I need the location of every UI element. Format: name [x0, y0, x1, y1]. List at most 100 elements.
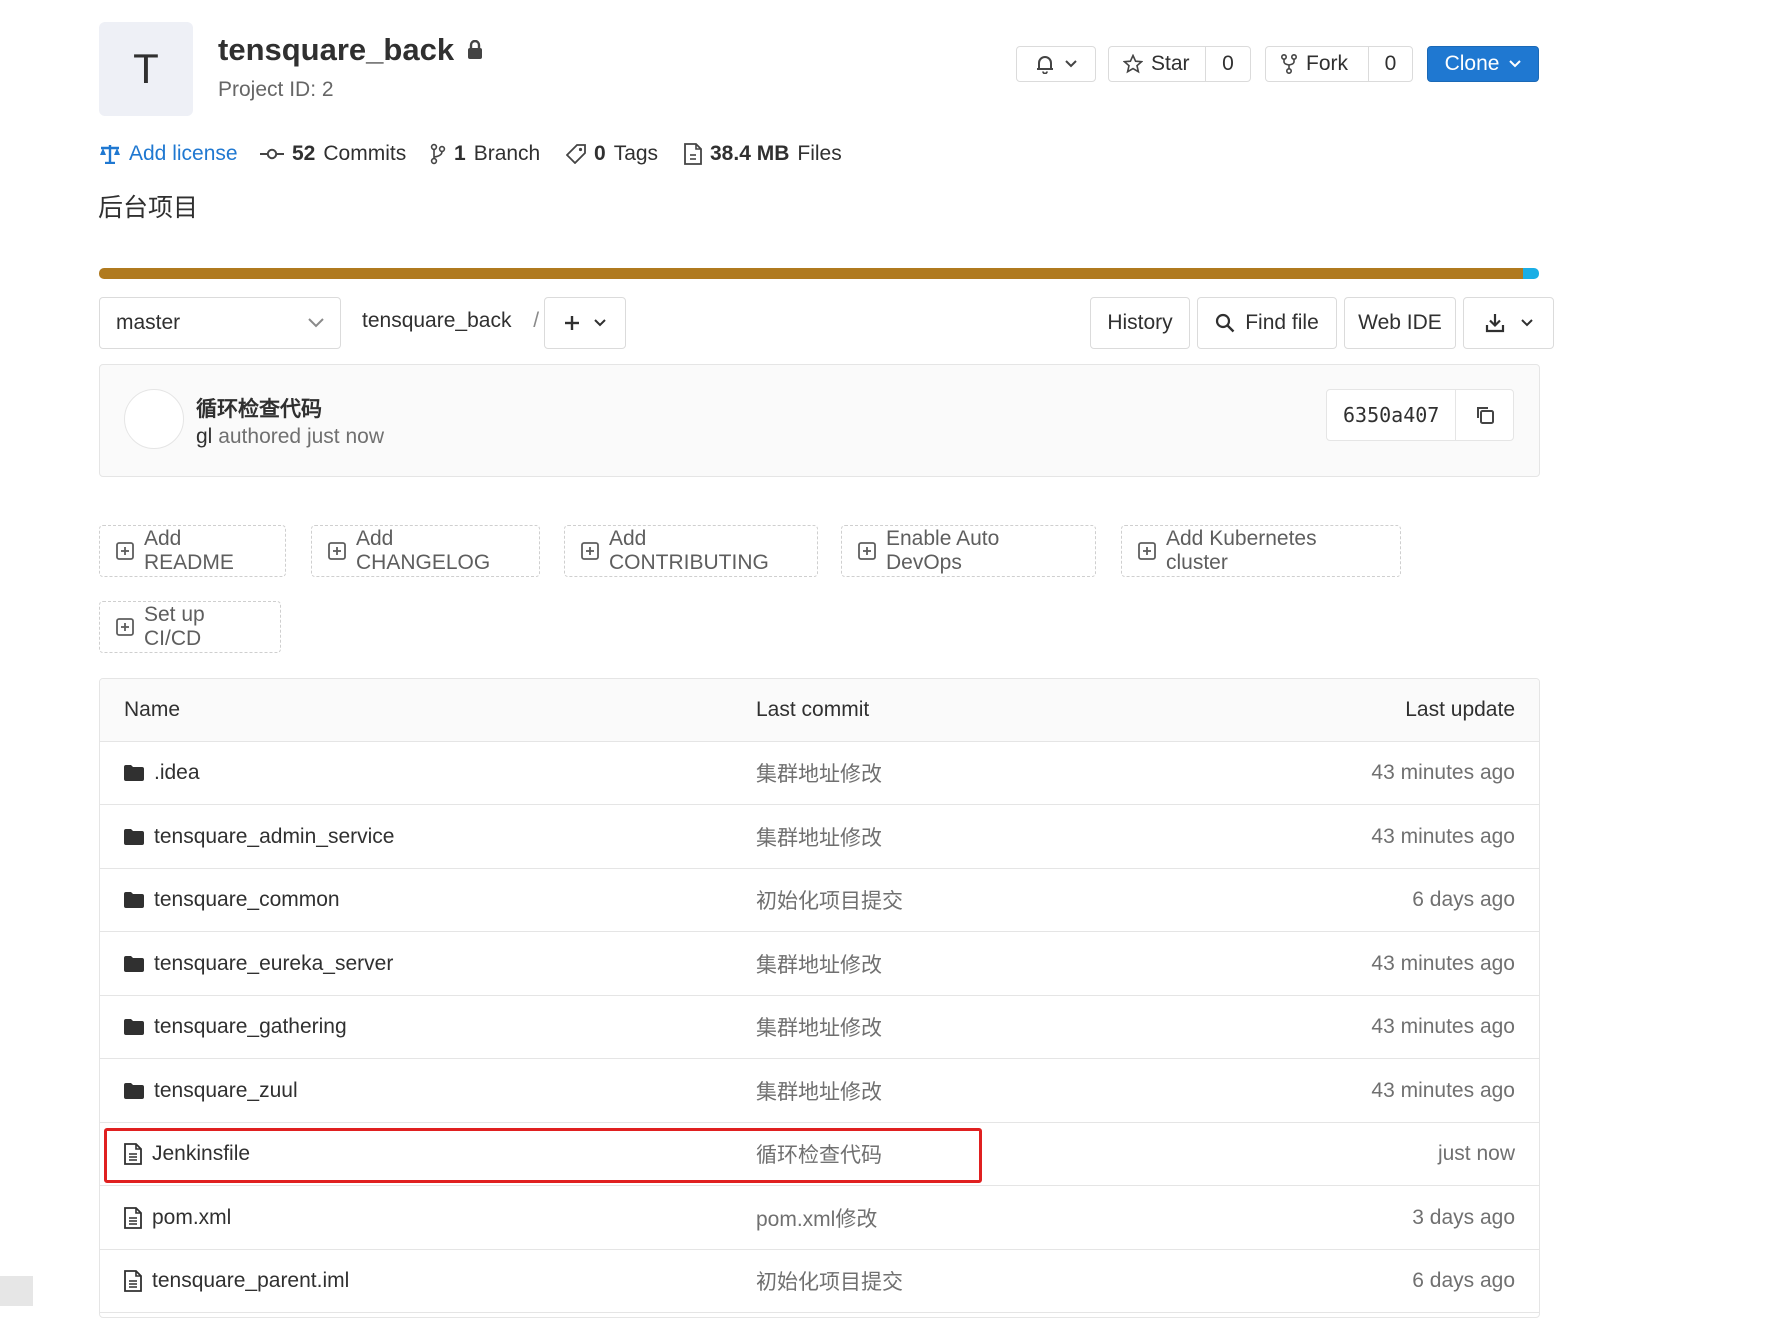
file-name: tensquare_eureka_server: [154, 951, 394, 975]
table-row[interactable]: pom.xml pom.xml修改 3 days ago: [100, 1187, 1539, 1250]
plus-square-icon: [1138, 542, 1156, 560]
web-ide-button[interactable]: Web IDE: [1344, 297, 1456, 349]
last-commit-link[interactable]: 集群地址修改: [756, 806, 882, 868]
last-commit-link[interactable]: 循环检查代码: [756, 1123, 882, 1185]
file-name-link[interactable]: tensquare_parent.iml: [124, 1250, 349, 1312]
commit-author-avatar[interactable]: [124, 389, 184, 449]
file-name-link[interactable]: tensquare_eureka_server: [124, 933, 393, 995]
history-button[interactable]: History: [1090, 297, 1190, 349]
breadcrumb-separator: /: [533, 309, 540, 332]
commits-link[interactable]: 52 Commits: [260, 142, 406, 166]
copy-icon: [1475, 405, 1495, 425]
add-changelog-button[interactable]: Add CHANGELOG: [311, 525, 540, 577]
chevron-down-icon: [1509, 60, 1522, 68]
table-row[interactable]: tensquare_parent.iml 初始化项目提交 6 days ago: [100, 1250, 1539, 1313]
quick-action-label: Add CONTRIBUTING: [609, 527, 769, 574]
add-license-label: Add license: [129, 142, 238, 165]
breadcrumb: tensquare_back /: [362, 309, 553, 333]
commit-sha-link[interactable]: 6350a407: [1327, 390, 1457, 440]
file-name-link[interactable]: tensquare_admin_service: [124, 806, 394, 868]
last-commit-link[interactable]: 集群地址修改: [756, 742, 882, 804]
fork-icon: [1280, 54, 1298, 74]
star-button[interactable]: Star: [1109, 47, 1205, 81]
last-update-time: 43 minutes ago: [1371, 951, 1515, 975]
copy-sha-button[interactable]: [1456, 390, 1513, 440]
language-segment[interactable]: [99, 268, 1524, 279]
files-link[interactable]: 38.4 MB Files: [684, 142, 842, 166]
file-name-link[interactable]: tensquare_gathering: [124, 996, 347, 1058]
find-file-button[interactable]: Find file: [1197, 297, 1337, 349]
folder-icon: [124, 892, 144, 908]
file-name-link[interactable]: .idea: [124, 742, 200, 804]
table-row[interactable]: tensquare_zuul 集群地址修改 43 minutes ago: [100, 1060, 1539, 1123]
commit-meta: gl authored just now: [196, 425, 384, 449]
file-name: tensquare_parent.iml: [152, 1269, 350, 1292]
files-label: Files: [797, 142, 842, 165]
clone-label: Clone: [1444, 52, 1500, 75]
fork-count[interactable]: 0: [1368, 47, 1412, 81]
enable-auto-devops-button[interactable]: Enable Auto DevOps: [841, 525, 1096, 577]
chevron-down-icon: [1065, 60, 1077, 68]
last-commit-link[interactable]: 初始化项目提交: [756, 1250, 903, 1312]
table-row[interactable]: Jenkinsfile 循环检查代码 just now: [100, 1123, 1539, 1186]
repository-languages-bar[interactable]: [99, 268, 1539, 279]
table-row[interactable]: .idea 集群地址修改 43 minutes ago: [100, 742, 1539, 805]
project-avatar: T: [99, 22, 193, 116]
branch-selector[interactable]: master: [99, 297, 341, 349]
add-contributing-button[interactable]: Add CONTRIBUTING: [564, 525, 818, 577]
last-commit-link[interactable]: 集群地址修改: [756, 996, 882, 1058]
header-last-commit: Last commit: [756, 698, 870, 721]
star-icon: [1123, 54, 1143, 74]
page-corner-strip: [0, 1276, 33, 1306]
commit-title-link[interactable]: 循环检查代码: [196, 393, 322, 423]
file-name-link[interactable]: Jenkinsfile: [124, 1123, 250, 1185]
plus-square-icon: [858, 542, 876, 560]
commits-count: 52: [292, 142, 316, 165]
table-row[interactable]: tensquare_eureka_server 集群地址修改 43 minutes …: [100, 933, 1539, 996]
last-commit-link[interactable]: 集群地址修改: [756, 1060, 882, 1122]
file-name-link[interactable]: tensquare_common: [124, 869, 340, 931]
last-commit-link[interactable]: 集群地址修改: [756, 933, 882, 995]
table-row[interactable]: tensquare_admin_service 集群地址修改 43 minutes …: [100, 806, 1539, 869]
fork-label: Fork: [1306, 52, 1348, 75]
find-file-label: Find file: [1245, 311, 1319, 334]
folder-icon: [124, 1082, 144, 1099]
files-size: 38.4 MB: [710, 142, 790, 165]
download-dropdown[interactable]: [1463, 297, 1554, 349]
branch-selector-value: master: [116, 311, 181, 334]
file-name: Jenkinsfile: [152, 1142, 251, 1165]
header-last-update: Last update: [1405, 698, 1515, 721]
notification-dropdown[interactable]: [1016, 46, 1096, 82]
chevron-down-icon: [1520, 319, 1533, 327]
last-commit-link[interactable]: pom.xml修改: [756, 1187, 877, 1249]
header-name: Name: [124, 698, 181, 721]
commit-icon: [260, 147, 284, 161]
add-kubernetes-cluster-button[interactable]: Add Kubernetes cluster: [1121, 525, 1401, 577]
breadcrumb-root-link[interactable]: tensquare_back: [362, 309, 511, 332]
fork-button[interactable]: Fork: [1266, 47, 1368, 81]
commit-author-link[interactable]: gl: [196, 425, 212, 448]
project-name: tensquare_back: [218, 32, 455, 67]
file-tree-table: Name Last commit Last update .idea 集群地址修改…: [99, 678, 1540, 1318]
tags-link[interactable]: 0 Tags: [566, 142, 658, 166]
file-name-link[interactable]: tensquare_zuul: [124, 1060, 298, 1122]
clone-button[interactable]: Clone: [1427, 46, 1539, 82]
language-segment[interactable]: [1523, 268, 1539, 279]
branch-icon: [430, 143, 446, 165]
last-update-time: 43 minutes ago: [1371, 1078, 1515, 1102]
last-update-time: 6 days ago: [1412, 888, 1515, 911]
add-to-tree-dropdown[interactable]: [544, 297, 626, 349]
setup-cicd-button[interactable]: Set up CI/CD: [99, 601, 281, 653]
file-name-link[interactable]: pom.xml: [124, 1187, 231, 1249]
branches-link[interactable]: 1 Branch: [430, 142, 540, 166]
star-count[interactable]: 0: [1205, 47, 1250, 81]
table-row[interactable]: tensquare_common 初始化项目提交 6 days ago: [100, 869, 1539, 932]
project-id: Project ID: 2: [218, 78, 334, 101]
table-row[interactable]: tensquare_gathering 集群地址修改 43 minutes ago: [100, 996, 1539, 1059]
commit-time: authored just now: [218, 425, 384, 448]
last-commit-link[interactable]: 初始化项目提交: [756, 869, 903, 931]
add-license-link[interactable]: Add license: [99, 142, 238, 166]
add-readme-button[interactable]: Add README: [99, 525, 286, 577]
plus-square-icon: [116, 542, 134, 560]
chevron-down-icon: [594, 319, 606, 327]
